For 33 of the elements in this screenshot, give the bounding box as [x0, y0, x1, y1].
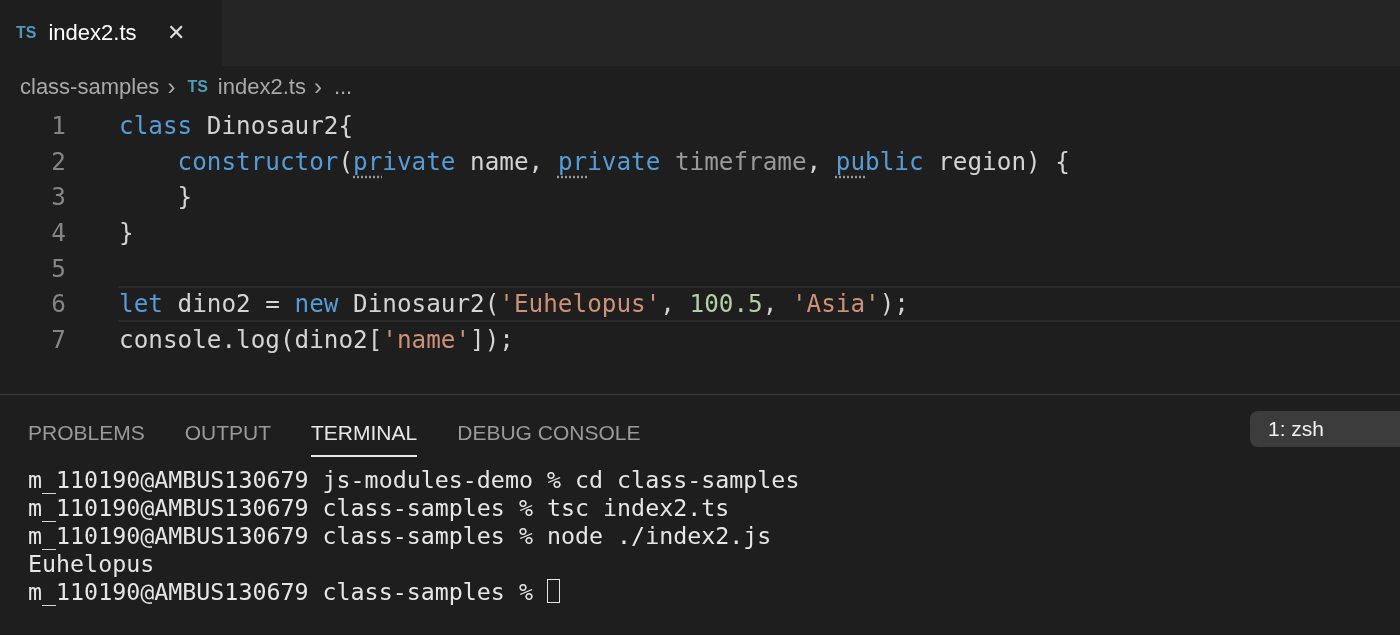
- terminal-selector[interactable]: 1: zsh: [1250, 411, 1400, 447]
- chevron-icon: ›: [313, 73, 322, 101]
- tab-label: index2.ts: [48, 20, 137, 46]
- terminal-line: m_110190@AMBUS130679 class-samples % node ./index2.js: [28, 521, 772, 549]
- code-line: class Dinosaur2{: [119, 111, 354, 141]
- line-number: 7: [50, 324, 66, 354]
- panel-tab[interactable]: DEBUG CONSOLE: [457, 405, 641, 457]
- breadcrumb-item[interactable]: index2.ts: [217, 74, 306, 100]
- terminal-line: m_110190@AMBUS130679 class-samples %: [28, 577, 534, 605]
- breadcrumb-item[interactable]: ...: [333, 74, 353, 100]
- close-icon[interactable]: ✕: [166, 20, 185, 46]
- chevron-icon: ›: [167, 73, 176, 101]
- terminal-line: Euhelopus: [28, 549, 155, 577]
- typescript-file-icon: TS: [16, 24, 37, 42]
- editor-tab[interactable]: TS index2.ts ✕: [0, 0, 222, 66]
- line-number: 3: [50, 182, 66, 212]
- code-line: }: [176, 182, 193, 212]
- panel-tab[interactable]: PROBLEMS: [28, 405, 145, 457]
- line-number: 6: [50, 289, 66, 319]
- line-number: 4: [50, 218, 66, 248]
- typescript-file-icon: TS: [187, 78, 208, 96]
- code-line: console.log(dino2['name']);: [119, 324, 514, 354]
- line-number: 5: [50, 253, 66, 283]
- terminal-line: m_110190@AMBUS130679 class-samples % tsc index2.ts: [28, 493, 730, 521]
- panel-tab[interactable]: TERMINAL: [311, 405, 418, 457]
- breadcrumb-item[interactable]: class-samples: [20, 74, 160, 100]
- panel-tab[interactable]: OUTPUT: [184, 405, 272, 457]
- line-number: 2: [50, 146, 66, 176]
- code-line: constructor(private name, private timeframe, public region) {: [176, 146, 1070, 176]
- line-number: 1: [50, 111, 66, 141]
- code-line: }: [119, 218, 134, 248]
- terminal-line: m_110190@AMBUS130679 js-modules-demo % cd class-samples: [28, 465, 800, 493]
- code-line: let dino2 = new Dinosaur2('Euhelopus', 100.5, 'Asia');: [119, 289, 909, 319]
